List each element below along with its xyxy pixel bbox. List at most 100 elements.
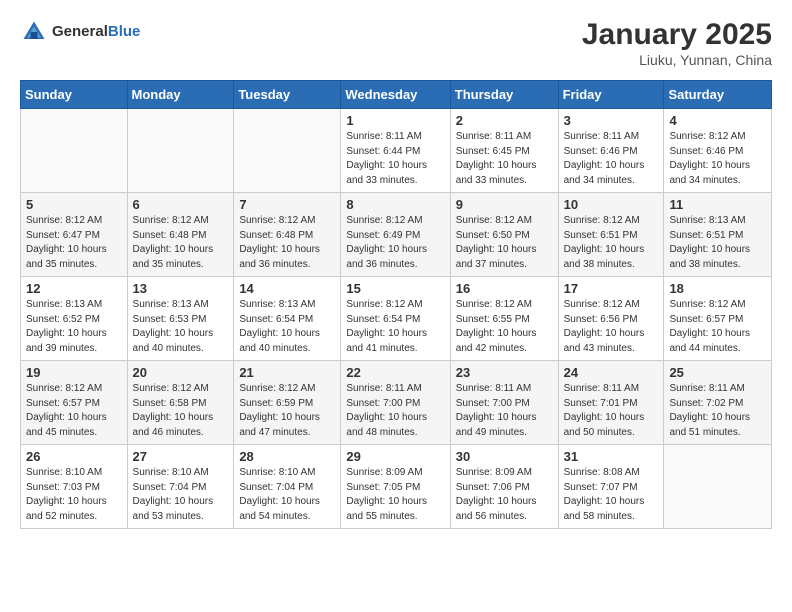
table-row: 12 Sunrise: 8:13 AM Sunset: 6:52 PM Dayli… — [21, 277, 128, 361]
day-info: Sunrise: 8:10 AM Sunset: 7:04 PM Dayligh… — [239, 466, 335, 524]
logo: GeneralBlue — [20, 18, 140, 46]
calendar: Sunday Monday Tuesday Wednesday Thursday… — [20, 80, 772, 529]
logo-general: General — [52, 23, 108, 40]
table-row — [21, 109, 128, 193]
day-info: Sunrise: 8:12 AM Sunset: 6:47 PM Dayligh… — [26, 214, 122, 272]
table-row: 1Sunrise: 8:11 AM Sunset: 6:44 PM Daylig… — [341, 109, 450, 193]
day-number: 28 — [239, 449, 335, 464]
day-info: Sunrise: 8:11 AM Sunset: 7:02 PM Dayligh… — [669, 382, 766, 440]
day-info: Sunrise: 8:12 AM Sunset: 6:51 PM Dayligh… — [564, 214, 659, 272]
table-row: 15 Sunrise: 8:12 AM Sunset: 6:54 PM Dayli… — [341, 277, 450, 361]
table-row: 21Sunrise: 8:12 AM Sunset: 6:59 PM Dayli… — [234, 361, 341, 445]
day-info: Sunrise: 8:12 AM Sunset: 6:57 PM Dayligh… — [669, 298, 766, 356]
day-info: Sunrise: 8:11 AM Sunset: 6:45 PM Dayligh… — [456, 130, 553, 188]
col-monday: Monday — [127, 81, 234, 109]
day-number: 21 — [239, 365, 335, 380]
day-info: Sunrise: 8:13 AM Sunset: 6:53 PM Dayligh… — [133, 298, 229, 356]
location: Liuku, Yunnan, China — [582, 52, 772, 68]
day-number: 19 — [26, 365, 122, 380]
table-row: 22Sunrise: 8:11 AM Sunset: 7:00 PM Dayli… — [341, 361, 450, 445]
day-number: 8 — [346, 197, 444, 212]
day-info: Sunrise: 8:10 AM Sunset: 7:03 PM Dayligh… — [26, 466, 122, 524]
day-info: Sunrise: 8:11 AM Sunset: 7:00 PM Dayligh… — [456, 382, 553, 440]
day-info: Sunrise: 8:11 AM Sunset: 7:01 PM Dayligh… — [564, 382, 659, 440]
day-number: 13 — [133, 281, 229, 296]
day-info: Sunrise: 8:09 AM Sunset: 7:05 PM Dayligh… — [346, 466, 444, 524]
table-row: 16 Sunrise: 8:12 AM Sunset: 6:55 PM Dayli… — [450, 277, 558, 361]
day-number: 29 — [346, 449, 444, 464]
day-info: Sunrise: 8:13 AM Sunset: 6:51 PM Dayligh… — [669, 214, 766, 272]
table-row — [234, 109, 341, 193]
page: GeneralBlue January 2025 Liuku, Yunnan, … — [0, 0, 792, 547]
day-info: Sunrise: 8:12 AM Sunset: 6:54 PM Dayligh… — [346, 298, 444, 356]
day-number: 24 — [564, 365, 659, 380]
day-number: 2 — [456, 113, 553, 128]
table-row: 20Sunrise: 8:12 AM Sunset: 6:58 PM Dayli… — [127, 361, 234, 445]
table-row: 28 Sunrise: 8:10 AM Sunset: 7:04 PM Dayli… — [234, 445, 341, 529]
table-row: 10Sunrise: 8:12 AM Sunset: 6:51 PM Dayli… — [558, 193, 664, 277]
calendar-week-row: 19 Sunrise: 8:12 AM Sunset: 6:57 PM Dayli… — [21, 361, 772, 445]
day-number: 20 — [133, 365, 229, 380]
title-area: January 2025 Liuku, Yunnan, China — [582, 18, 772, 68]
table-row: 17 Sunrise: 8:12 AM Sunset: 6:56 PM Dayli… — [558, 277, 664, 361]
day-number: 14 — [239, 281, 335, 296]
day-info: Sunrise: 8:12 AM Sunset: 6:48 PM Dayligh… — [239, 214, 335, 272]
day-number: 23 — [456, 365, 553, 380]
day-number: 1 — [346, 113, 444, 128]
day-info: Sunrise: 8:12 AM Sunset: 6:56 PM Dayligh… — [564, 298, 659, 356]
day-number: 16 — [456, 281, 553, 296]
table-row: 24 Sunrise: 8:11 AM Sunset: 7:01 PM Dayli… — [558, 361, 664, 445]
logo-text: GeneralBlue — [52, 23, 140, 41]
day-number: 4 — [669, 113, 766, 128]
day-number: 5 — [26, 197, 122, 212]
day-number: 15 — [346, 281, 444, 296]
table-row: 5 Sunrise: 8:12 AM Sunset: 6:47 PM Daylig… — [21, 193, 128, 277]
table-row: 27 Sunrise: 8:10 AM Sunset: 7:04 PM Dayli… — [127, 445, 234, 529]
table-row: 4 Sunrise: 8:12 AM Sunset: 6:46 PM Daylig… — [664, 109, 772, 193]
table-row: 7 Sunrise: 8:12 AM Sunset: 6:48 PM Daylig… — [234, 193, 341, 277]
col-sunday: Sunday — [21, 81, 128, 109]
day-number: 17 — [564, 281, 659, 296]
day-number: 30 — [456, 449, 553, 464]
table-row — [127, 109, 234, 193]
day-number: 27 — [133, 449, 229, 464]
day-number: 12 — [26, 281, 122, 296]
day-info: Sunrise: 8:12 AM Sunset: 6:55 PM Dayligh… — [456, 298, 553, 356]
day-info: Sunrise: 8:12 AM Sunset: 6:49 PM Dayligh… — [346, 214, 444, 272]
day-number: 25 — [669, 365, 766, 380]
day-info: Sunrise: 8:12 AM Sunset: 6:50 PM Dayligh… — [456, 214, 553, 272]
month-title: January 2025 — [582, 18, 772, 52]
day-number: 7 — [239, 197, 335, 212]
table-row: 26Sunrise: 8:10 AM Sunset: 7:03 PM Dayli… — [21, 445, 128, 529]
calendar-week-row: 1Sunrise: 8:11 AM Sunset: 6:44 PM Daylig… — [21, 109, 772, 193]
table-row: 30 Sunrise: 8:09 AM Sunset: 7:06 PM Dayli… — [450, 445, 558, 529]
table-row: 11Sunrise: 8:13 AM Sunset: 6:51 PM Dayli… — [664, 193, 772, 277]
calendar-week-row: 5 Sunrise: 8:12 AM Sunset: 6:47 PM Daylig… — [21, 193, 772, 277]
calendar-week-row: 12 Sunrise: 8:13 AM Sunset: 6:52 PM Dayli… — [21, 277, 772, 361]
col-wednesday: Wednesday — [341, 81, 450, 109]
table-row: 8 Sunrise: 8:12 AM Sunset: 6:49 PM Daylig… — [341, 193, 450, 277]
table-row: 13 Sunrise: 8:13 AM Sunset: 6:53 PM Dayli… — [127, 277, 234, 361]
day-info: Sunrise: 8:08 AM Sunset: 7:07 PM Dayligh… — [564, 466, 659, 524]
table-row: 25 Sunrise: 8:11 AM Sunset: 7:02 PM Dayli… — [664, 361, 772, 445]
day-info: Sunrise: 8:13 AM Sunset: 6:52 PM Dayligh… — [26, 298, 122, 356]
table-row: 3Sunrise: 8:11 AM Sunset: 6:46 PM Daylig… — [558, 109, 664, 193]
col-tuesday: Tuesday — [234, 81, 341, 109]
day-info: Sunrise: 8:09 AM Sunset: 7:06 PM Dayligh… — [456, 466, 553, 524]
col-saturday: Saturday — [664, 81, 772, 109]
day-info: Sunrise: 8:10 AM Sunset: 7:04 PM Dayligh… — [133, 466, 229, 524]
header: GeneralBlue January 2025 Liuku, Yunnan, … — [20, 18, 772, 68]
day-number: 22 — [346, 365, 444, 380]
col-friday: Friday — [558, 81, 664, 109]
table-row: 14Sunrise: 8:13 AM Sunset: 6:54 PM Dayli… — [234, 277, 341, 361]
col-thursday: Thursday — [450, 81, 558, 109]
logo-icon — [20, 18, 48, 46]
day-number: 3 — [564, 113, 659, 128]
calendar-week-row: 26Sunrise: 8:10 AM Sunset: 7:03 PM Dayli… — [21, 445, 772, 529]
day-info: Sunrise: 8:12 AM Sunset: 6:57 PM Dayligh… — [26, 382, 122, 440]
day-number: 31 — [564, 449, 659, 464]
table-row: 19 Sunrise: 8:12 AM Sunset: 6:57 PM Dayli… — [21, 361, 128, 445]
logo-blue: Blue — [108, 23, 141, 40]
day-number: 18 — [669, 281, 766, 296]
day-info: Sunrise: 8:12 AM Sunset: 6:46 PM Dayligh… — [669, 130, 766, 188]
